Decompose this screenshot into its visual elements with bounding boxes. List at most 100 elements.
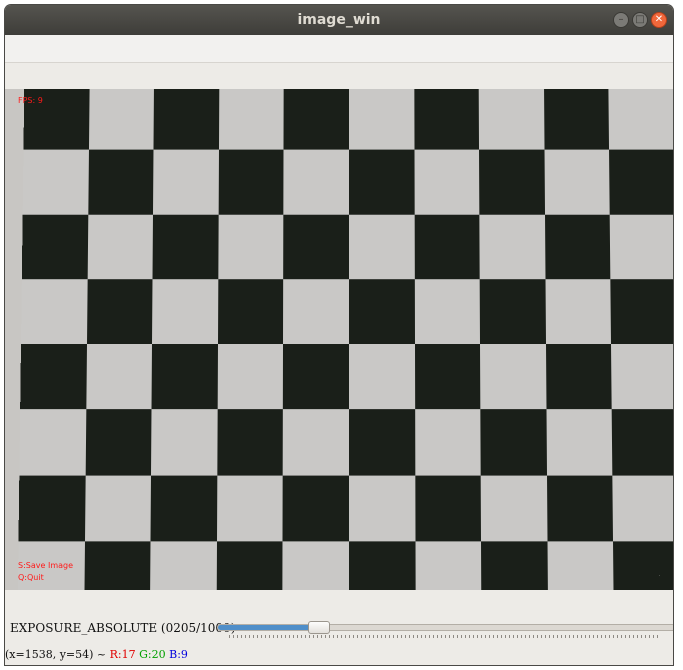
window-title: image_win <box>297 12 381 28</box>
pixel-coordinates: (x=1538, y=54) ~ <box>5 648 107 661</box>
checker-square <box>348 541 416 590</box>
spacer-area <box>5 63 673 90</box>
checker-square <box>348 278 415 344</box>
checker-square <box>218 214 284 279</box>
checker-square <box>21 214 88 279</box>
checker-square <box>283 409 349 476</box>
checker-square <box>152 214 219 279</box>
checker-square <box>413 89 480 150</box>
checker-square <box>415 541 482 590</box>
checker-square <box>478 89 545 150</box>
red-value: R:17 <box>109 648 136 661</box>
checker-square <box>608 89 673 150</box>
checker-square <box>217 278 284 344</box>
checker-square <box>18 475 86 542</box>
checker-square <box>544 214 611 279</box>
title-bar[interactable]: image_win – □ ✕ <box>5 5 673 35</box>
checker-square <box>88 89 155 150</box>
checker-square <box>348 89 415 150</box>
checker-square <box>283 214 349 279</box>
checker-square <box>480 475 548 542</box>
checker-square <box>283 344 349 410</box>
checker-square <box>480 409 547 476</box>
checker-square <box>218 149 284 215</box>
checker-square <box>547 541 615 590</box>
checker-square <box>479 214 546 279</box>
save-hint-overlay: S:Save Image <box>18 561 74 570</box>
checker-square <box>153 149 219 215</box>
fps-overlay: FPS: 9 <box>18 96 43 105</box>
checker-square <box>348 344 415 410</box>
checker-square <box>83 541 151 590</box>
checker-square <box>414 475 482 542</box>
checker-square <box>282 475 349 542</box>
checker-square <box>216 475 284 542</box>
checker-square <box>610 214 673 279</box>
checker-square <box>611 344 673 410</box>
checker-square <box>283 89 349 150</box>
green-value: G:20 <box>139 648 166 661</box>
checker-square <box>218 89 285 150</box>
checker-square <box>216 541 283 590</box>
checker-square <box>543 89 610 150</box>
checker-square <box>19 409 86 476</box>
checker-square <box>612 475 673 542</box>
checker-square <box>612 409 673 476</box>
slider-thumb[interactable] <box>308 621 330 634</box>
checker-square <box>348 214 415 279</box>
checker-square <box>150 541 217 590</box>
checker-square <box>348 475 416 542</box>
checker-square <box>348 149 415 215</box>
checker-square <box>283 278 349 344</box>
checker-square <box>414 149 480 215</box>
checker-square <box>217 344 284 410</box>
checker-square <box>85 344 153 410</box>
checker-square <box>151 409 218 476</box>
checker-square <box>414 409 481 476</box>
checker-square <box>479 278 546 344</box>
checker-square <box>86 278 153 344</box>
checker-square <box>610 278 673 344</box>
checker-square <box>544 149 611 215</box>
checker-square <box>613 541 673 590</box>
slider-ticks <box>229 635 661 638</box>
checker-square <box>150 475 218 542</box>
close-icon[interactable]: ✕ <box>651 12 667 28</box>
checker-square <box>480 344 547 410</box>
checker-square <box>414 278 481 344</box>
checker-square <box>283 149 349 215</box>
checker-square <box>348 409 415 476</box>
checker-square <box>545 344 613 410</box>
minimize-icon[interactable]: – <box>613 12 629 28</box>
checkerboard-image <box>17 89 673 590</box>
checker-square <box>22 149 89 215</box>
checker-square <box>545 278 612 344</box>
checker-square <box>546 409 613 476</box>
slider-fill <box>218 625 319 630</box>
checker-square <box>414 214 480 279</box>
exposure-trackbar-label: EXPOSURE_ABSOLUTE (0205/1000) <box>10 621 236 635</box>
checker-square <box>152 278 219 344</box>
toolbar-area <box>5 35 673 63</box>
checker-square <box>481 541 548 590</box>
checker-square <box>282 541 349 590</box>
exposure-slider[interactable] <box>217 621 673 634</box>
checker-square <box>414 344 481 410</box>
checker-square <box>87 149 154 215</box>
checker-square <box>20 344 87 410</box>
checker-square <box>151 344 218 410</box>
maximize-icon[interactable]: □ <box>632 12 648 28</box>
checker-square <box>609 149 673 215</box>
checker-square <box>479 149 545 215</box>
checker-square <box>217 409 284 476</box>
checker-square <box>85 409 152 476</box>
checker-square <box>21 278 88 344</box>
blue-value: B:9 <box>169 648 188 661</box>
checker-square <box>84 475 152 542</box>
image-window: image_win – □ ✕ FPS: 9 S:Save Image Q:Qu… <box>5 5 673 665</box>
checker-square <box>153 89 220 150</box>
checker-square <box>546 475 614 542</box>
camera-view[interactable]: FPS: 9 S:Save Image Q:Quit <box>5 89 673 590</box>
checker-square <box>87 214 154 279</box>
quit-hint-overlay: Q:Quit <box>18 573 44 582</box>
